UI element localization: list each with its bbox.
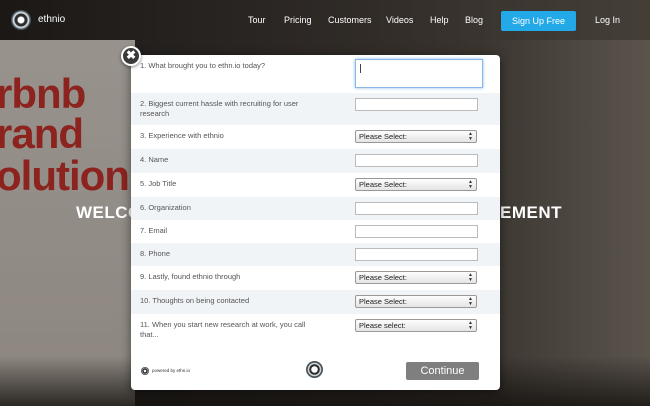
brand-name[interactable]: ethnio bbox=[38, 14, 65, 25]
question-label: 8. Phone bbox=[140, 249, 171, 258]
answer-input[interactable] bbox=[355, 98, 478, 111]
question-label: 11. When you start new research at work,… bbox=[140, 320, 306, 339]
question-row-2: 2. Biggest current hassle with recruitin… bbox=[131, 93, 500, 125]
email-input[interactable] bbox=[355, 225, 478, 238]
nav-link-pricing[interactable]: Pricing bbox=[284, 15, 312, 25]
recruit-screener-modal: 1. What brought you to ethn.io today? 2.… bbox=[131, 55, 500, 390]
question-label: 1. What brought you to ethn.io today? bbox=[140, 61, 266, 70]
top-nav: ethnio Tour Pricing Customers Videos Hel… bbox=[0, 0, 650, 40]
question-row-7: 7. Email bbox=[131, 220, 500, 243]
found-through-select[interactable]: Please Select: ▲ ▼ bbox=[355, 271, 477, 284]
select-value: Please Select: bbox=[359, 297, 407, 306]
select-arrows-icon: ▲ ▼ bbox=[468, 131, 473, 142]
question-label: 9. Lastly, found ethnio through bbox=[140, 272, 241, 281]
nav-link-help[interactable]: Help bbox=[430, 15, 449, 25]
select-arrows-icon: ▲ ▼ bbox=[468, 179, 473, 190]
signup-button[interactable]: Sign Up Free bbox=[501, 11, 576, 31]
ethnio-logo-icon[interactable] bbox=[11, 10, 31, 30]
question-row-8: 8. Phone bbox=[131, 243, 500, 266]
question-row-10: 10. Thoughts on being contacted Please S… bbox=[131, 290, 500, 314]
close-icon[interactable]: ✖ bbox=[121, 46, 141, 66]
question-label: 3. Experience with ethnio bbox=[140, 131, 224, 140]
name-input[interactable] bbox=[355, 154, 478, 167]
continue-button[interactable]: Continue bbox=[406, 362, 479, 380]
job-title-select[interactable]: Please Select: ▲ ▼ bbox=[355, 178, 477, 191]
select-value: Please Select: bbox=[359, 273, 407, 282]
nav-link-tour[interactable]: Tour bbox=[248, 15, 266, 25]
question-row-11: 11. When you start new research at work,… bbox=[131, 314, 500, 346]
question-row-4: 4. Name bbox=[131, 149, 500, 173]
organization-input[interactable] bbox=[355, 202, 478, 215]
experience-select[interactable]: Please Select: ▲ ▼ bbox=[355, 130, 477, 143]
phone-input[interactable] bbox=[355, 248, 478, 261]
nav-link-videos[interactable]: Videos bbox=[386, 15, 413, 25]
question-label: 2. Biggest current hassle with recruitin… bbox=[140, 99, 299, 118]
ethnio-small-logo-icon bbox=[141, 367, 149, 375]
question-row-1: 1. What brought you to ethn.io today? bbox=[131, 55, 500, 93]
select-arrows-icon: ▲ ▼ bbox=[468, 296, 473, 307]
text-caret bbox=[360, 64, 361, 73]
select-arrows-icon: ▲ ▼ bbox=[468, 320, 473, 331]
select-value: Please Select: bbox=[359, 132, 407, 141]
question-label: 10. Thoughts on being contacted bbox=[140, 296, 250, 305]
select-arrows-icon: ▲ ▼ bbox=[468, 272, 473, 283]
nav-link-blog[interactable]: Blog bbox=[465, 15, 483, 25]
nav-link-customers[interactable]: Customers bbox=[328, 15, 372, 25]
question-label: 4. Name bbox=[140, 155, 169, 164]
select-value: Please select: bbox=[359, 321, 406, 330]
question-row-3: 3. Experience with ethnio Please Select:… bbox=[131, 125, 500, 149]
question-label: 5. Job Title bbox=[140, 179, 177, 188]
answer-textarea[interactable] bbox=[355, 59, 483, 88]
question-row-6: 6. Organization bbox=[131, 197, 500, 220]
welcome-heading-right: EMENT bbox=[500, 203, 562, 222]
question-label: 6. Organization bbox=[140, 203, 191, 212]
contact-thoughts-select[interactable]: Please Select: ▲ ▼ bbox=[355, 295, 477, 308]
question-row-5: 5. Job Title Please Select: ▲ ▼ bbox=[131, 173, 500, 197]
powered-by-text[interactable]: powered by ethn.io bbox=[152, 368, 190, 373]
ethnio-logo-icon bbox=[306, 361, 323, 378]
login-link[interactable]: Log In bbox=[595, 15, 620, 25]
modal-footer: powered by ethn.io Continue bbox=[131, 357, 500, 387]
select-value: Please Select: bbox=[359, 180, 407, 189]
research-name-select[interactable]: Please select: ▲ ▼ bbox=[355, 319, 477, 332]
question-row-9: 9. Lastly, found ethnio through Please S… bbox=[131, 266, 500, 290]
question-label: 7. Email bbox=[140, 226, 168, 235]
